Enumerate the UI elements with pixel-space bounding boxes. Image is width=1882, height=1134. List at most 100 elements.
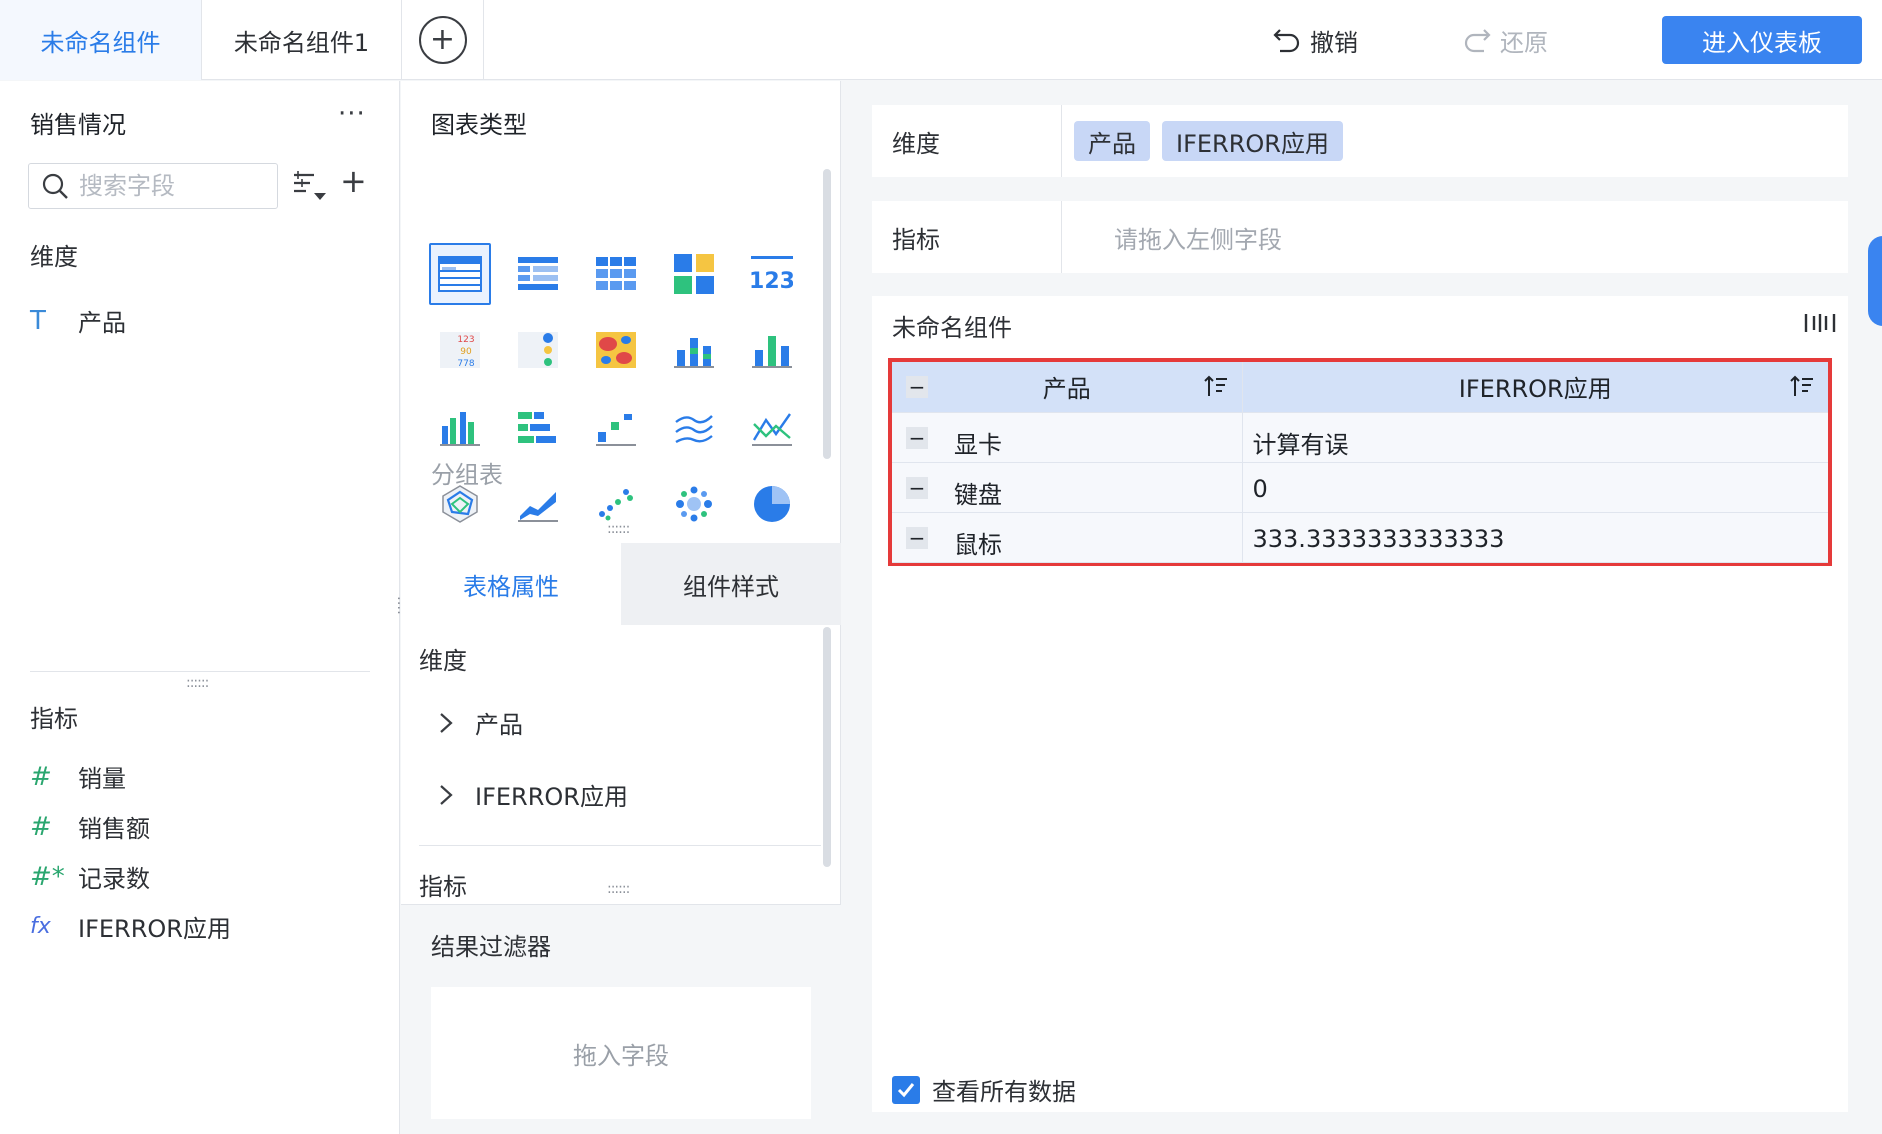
- chart-type-cross-table[interactable]: [585, 243, 647, 305]
- formula-icon: fx: [30, 914, 51, 939]
- chart-type-stacked-bar[interactable]: [663, 319, 725, 381]
- table-cell[interactable]: 计算有误: [1242, 412, 1828, 463]
- collapse-icon[interactable]: −: [906, 426, 928, 449]
- cross-table-icon: [596, 257, 636, 290]
- chart-type-area[interactable]: [507, 473, 569, 535]
- widget-preview: 未命名组件 − 产品 IFERROR应用 − 显卡 计算有误 − 键盘 0 − …: [872, 296, 1848, 1112]
- cell-text: 0: [1252, 474, 1268, 503]
- table-cell[interactable]: − 键盘: [892, 462, 1243, 513]
- tab-label: 表格属性: [463, 572, 559, 601]
- side-panel-toggle[interactable]: [1868, 236, 1882, 326]
- line-chart-icon: [675, 415, 713, 444]
- redo-icon: [1464, 29, 1491, 53]
- chart-type-heatmap[interactable]: [585, 319, 647, 381]
- field-search[interactable]: [28, 163, 278, 209]
- field-label: 记录数: [78, 865, 150, 893]
- pie-chart-icon: [754, 486, 790, 522]
- redo-button[interactable]: 还原: [1462, 20, 1548, 60]
- field-item-sales-volume[interactable]: # 销量: [30, 759, 126, 794]
- field-item-sales-amount[interactable]: # 销售额: [30, 809, 150, 844]
- chart-type-status-table[interactable]: [507, 319, 569, 381]
- chart-type-column[interactable]: [741, 319, 803, 381]
- sort-filter-icon[interactable]: [292, 169, 332, 205]
- dimension-chip-iferror[interactable]: IFERROR应用: [1162, 121, 1343, 161]
- chart-config-panel: 图表类型 123 123 90 778 分组表:::::: 表格属性 组件样式…: [401, 81, 841, 1134]
- colored-table-icon: 123 90 778: [440, 332, 480, 368]
- chart-type-waterfall[interactable]: [585, 397, 647, 459]
- widget-title: 未命名组件: [892, 314, 1012, 342]
- combo-line-icon: [752, 413, 792, 446]
- column-header-iferror[interactable]: IFERROR应用: [1242, 362, 1828, 413]
- table-cell[interactable]: 333.3333333333333: [1242, 512, 1828, 563]
- tab-widget-1[interactable]: 未命名组件: [0, 0, 202, 80]
- chart-type-kpi-grid[interactable]: [663, 243, 725, 305]
- show-all-data-toggle[interactable]: 查看所有数据: [892, 1072, 1076, 1107]
- table-header-row: − 产品 IFERROR应用: [892, 362, 1828, 413]
- collapse-icon[interactable]: −: [906, 476, 928, 499]
- cell-text: 333.3333333333333: [1252, 524, 1505, 553]
- prop-dimension-label: 维度: [419, 647, 467, 675]
- kpi-grid-icon: [674, 254, 714, 294]
- chart-type-pie[interactable]: [741, 473, 803, 535]
- collapse-icon[interactable]: −: [906, 526, 928, 549]
- prop-item-product[interactable]: 产品: [439, 705, 523, 740]
- dimension-chip-product[interactable]: 产品: [1074, 121, 1150, 161]
- field-label: 产品: [78, 309, 126, 337]
- chart-type-line[interactable]: [663, 397, 725, 459]
- chart-type-bubble[interactable]: [663, 473, 725, 535]
- drag-handle-icon[interactable]: ::::::: [607, 521, 630, 537]
- search-input[interactable]: [79, 172, 249, 200]
- field-item-product[interactable]: T 产品: [30, 303, 126, 338]
- column-header-product[interactable]: − 产品: [892, 362, 1243, 413]
- chart-type-scrollbar[interactable]: [823, 169, 831, 459]
- svg-text:123: 123: [751, 269, 793, 292]
- drag-handle-icon[interactable]: ::::::: [186, 675, 209, 691]
- filter-drop-zone[interactable]: 拖入字段: [431, 987, 811, 1119]
- chart-type-colored-table[interactable]: 123 90 778: [429, 319, 491, 381]
- prop-item-label: 产品: [475, 711, 523, 739]
- number-type-icon: #: [30, 811, 52, 842]
- table-cell[interactable]: 0: [1242, 462, 1828, 513]
- add-tab-button[interactable]: +: [402, 0, 484, 80]
- tab-widget-2[interactable]: 未命名组件1: [202, 0, 402, 80]
- collapse-icon[interactable]: −: [906, 376, 928, 398]
- group-table-icon: [438, 256, 482, 292]
- add-field-icon[interactable]: +: [340, 165, 367, 197]
- chart-type-detail-table[interactable]: [507, 243, 569, 305]
- data-table: − 产品 IFERROR应用 − 显卡 计算有误 − 键盘 0 − 鼠标 333…: [892, 362, 1828, 563]
- record-count-icon: #*: [30, 861, 65, 892]
- field-item-iferror[interactable]: fx IFERROR应用: [30, 909, 231, 944]
- chart-type-multi-column[interactable]: [429, 397, 491, 459]
- chart-type-hover-label: 分组表: [431, 461, 503, 489]
- sort-icon[interactable]: [1203, 374, 1228, 398]
- cell-text: 计算有误: [1252, 430, 1349, 459]
- undo-label: 撤销: [1310, 28, 1358, 57]
- chevron-right-icon: [440, 784, 453, 805]
- field-item-record-count[interactable]: #* 记录数: [30, 859, 150, 894]
- sort-icon[interactable]: [1790, 374, 1814, 398]
- tab-widget-style[interactable]: 组件样式: [621, 543, 841, 625]
- table-cell[interactable]: − 鼠标: [892, 512, 1243, 563]
- enter-dashboard-button[interactable]: 进入仪表板: [1662, 16, 1862, 64]
- table-row: − 键盘 0: [892, 462, 1828, 513]
- more-options-icon[interactable]: ···: [338, 99, 366, 129]
- field-label: IFERROR应用: [78, 915, 231, 943]
- undo-button[interactable]: 撤销: [1272, 20, 1358, 60]
- checkbox-checked[interactable]: [892, 1075, 920, 1104]
- measure-slot[interactable]: 指标 请拖入左侧字段: [872, 201, 1848, 273]
- column-width-icon[interactable]: [1804, 312, 1836, 334]
- section-divider: [419, 845, 821, 846]
- drag-handle-icon[interactable]: ::::::: [607, 881, 630, 897]
- table-cell[interactable]: − 显卡: [892, 412, 1243, 463]
- measure-slot-label: 指标: [872, 201, 1062, 273]
- section-divider: [30, 671, 370, 672]
- chart-type-number[interactable]: 123: [741, 243, 803, 305]
- chart-type-bar[interactable]: [507, 397, 569, 459]
- tab-table-properties[interactable]: 表格属性: [401, 543, 621, 625]
- dimension-slot[interactable]: 维度 产品 IFERROR应用: [872, 105, 1848, 177]
- prop-item-iferror[interactable]: IFERROR应用: [439, 777, 628, 812]
- table-row: − 鼠标 333.3333333333333: [892, 512, 1828, 563]
- chart-type-group-table[interactable]: [429, 243, 491, 305]
- chart-type-combo-line[interactable]: [741, 397, 803, 459]
- property-scrollbar[interactable]: [823, 627, 831, 867]
